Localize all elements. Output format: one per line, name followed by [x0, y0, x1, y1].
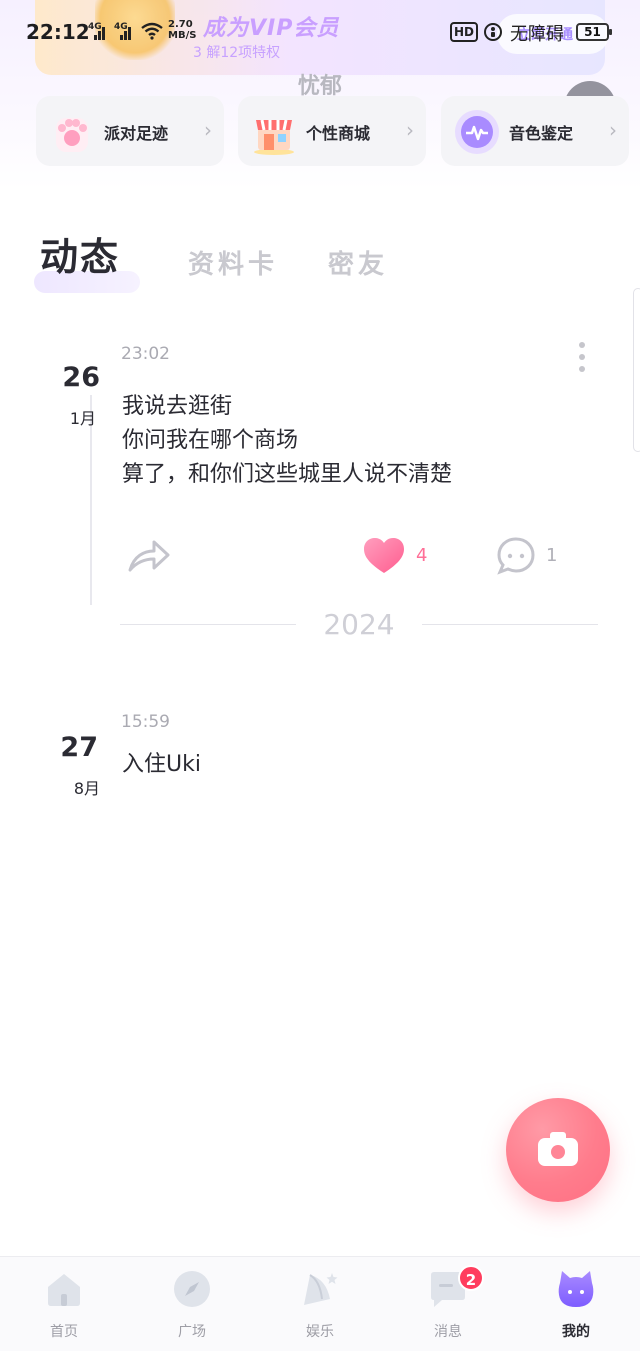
post-time: 15:59: [121, 712, 170, 732]
tab-profile-card[interactable]: 资料卡: [188, 244, 278, 281]
nav-label: 娱乐: [306, 1324, 334, 1340]
network-speed: 2.70 MB/S: [168, 19, 197, 41]
signal-icon: [116, 24, 134, 40]
nav-mine[interactable]: 我的: [512, 1257, 640, 1351]
personal-mall-card[interactable]: 个性商城 ›: [238, 96, 426, 166]
card-label: 个性商城: [306, 124, 371, 143]
year-separator: 2024: [120, 606, 598, 642]
nav-messages[interactable]: 消息: [384, 1257, 512, 1351]
wifi-icon: [141, 22, 163, 40]
signal-icon: [90, 24, 108, 40]
accessibility-icon: [484, 23, 502, 41]
compass-icon: [174, 1271, 210, 1307]
year-label: 2024: [323, 608, 395, 641]
tab-dynamics[interactable]: 动态: [40, 226, 120, 281]
party-footprint-card[interactable]: 派对足迹 ›: [36, 96, 224, 166]
message-badge: 2: [458, 1265, 484, 1291]
party-icon: [304, 1273, 338, 1305]
comment-count: 1: [546, 545, 558, 566]
accessibility-label: 无障碍: [510, 24, 564, 45]
nav-plaza[interactable]: 广场: [128, 1257, 256, 1351]
home-icon: [48, 1274, 80, 1306]
post-text: 入住Uki: [122, 752, 201, 777]
post-more-icon[interactable]: [578, 342, 586, 374]
camera-icon: [538, 1132, 578, 1166]
cat-avatar-icon: [558, 1271, 594, 1307]
like-count: 4: [416, 545, 428, 566]
status-bar: 22:12 4G 4G 2.70 MB/S HD 无障碍 51: [0, 0, 640, 64]
heart-icon[interactable]: [362, 536, 406, 576]
camera-post-button[interactable]: [506, 1098, 610, 1202]
paw-icon: [56, 118, 88, 152]
nav-home[interactable]: 首页: [0, 1257, 128, 1351]
post-day: 26: [62, 362, 100, 393]
post-text: 我说去逛街 你问我在哪个商场 算了，和你们这些城里人说不清楚: [122, 394, 453, 487]
chevron-right-icon: ›: [609, 118, 617, 142]
post-time: 23:02: [121, 344, 170, 364]
nav-label: 广场: [178, 1324, 206, 1340]
post-day: 27: [60, 732, 98, 763]
tab-close-friends[interactable]: 密友: [328, 244, 388, 281]
nav-label: 首页: [50, 1324, 78, 1340]
bottom-navigation: 首页 广场 娱乐 消息 我的: [0, 1256, 640, 1351]
chevron-right-icon: ›: [406, 118, 414, 142]
post-month: 8月: [73, 779, 100, 798]
voice-identify-card[interactable]: 音色鉴定 ›: [441, 96, 629, 166]
nav-label: 我的: [562, 1324, 590, 1340]
side-drawer-handle[interactable]: [633, 288, 640, 452]
shop-icon: [254, 119, 294, 155]
chevron-right-icon: ›: [204, 118, 212, 142]
comment-icon[interactable]: [496, 536, 536, 576]
nav-entertainment[interactable]: 娱乐: [256, 1257, 384, 1351]
battery-indicator: 51: [576, 23, 612, 41]
post-month: 1月: [69, 409, 96, 428]
card-label: 派对足迹: [104, 124, 169, 143]
voice-wave-icon: [455, 110, 499, 154]
card-label: 音色鉴定: [509, 124, 574, 143]
nav-label: 消息: [434, 1324, 462, 1340]
status-time: 22:12: [26, 20, 90, 44]
share-icon[interactable]: [126, 536, 172, 576]
hd-indicator: HD: [450, 22, 479, 42]
